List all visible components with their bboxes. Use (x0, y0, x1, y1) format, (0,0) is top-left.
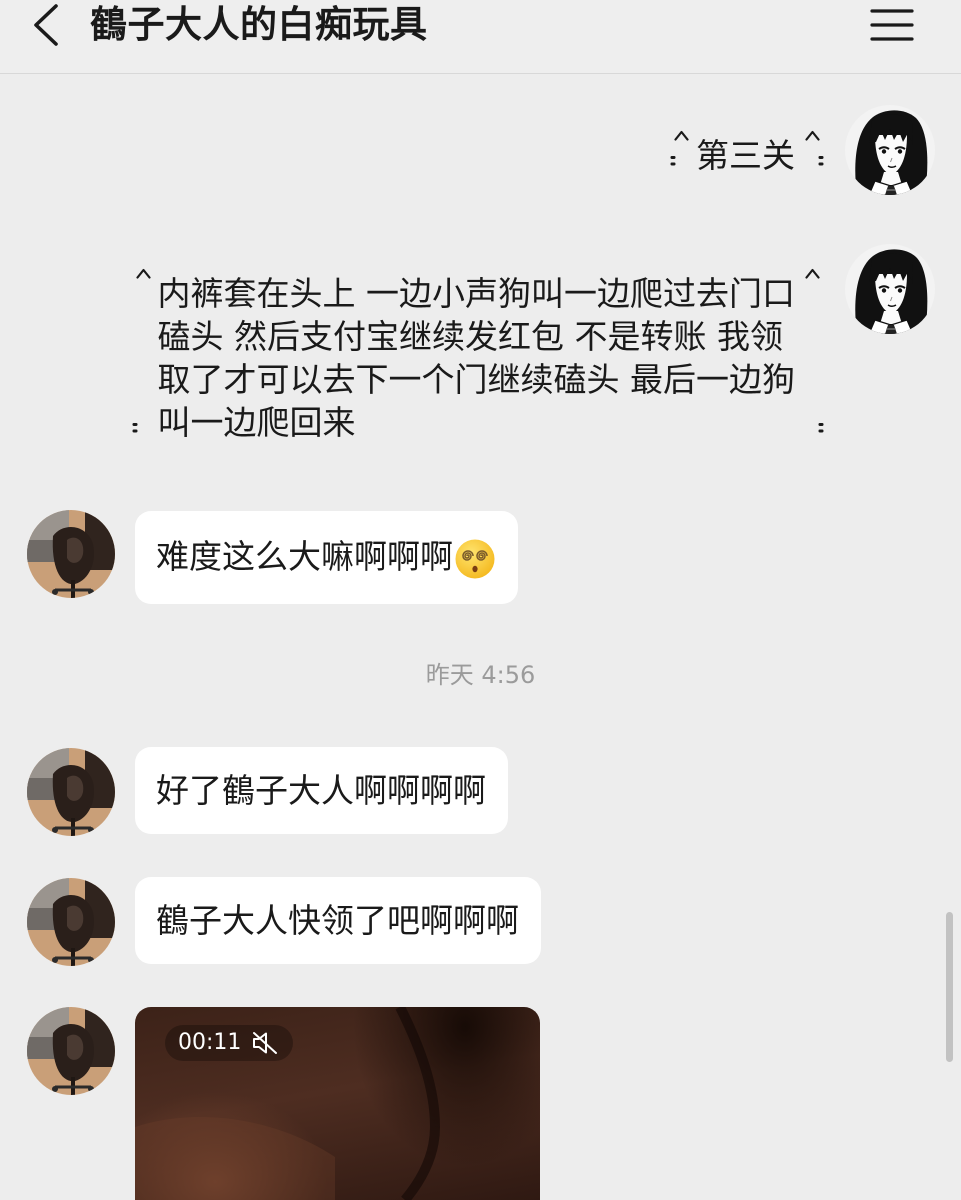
video-info-badge: 00:11 (165, 1025, 293, 1061)
message-text: 鶴子大人快领了吧啊啊啊 (156, 901, 519, 940)
photo-avatar[interactable] (27, 878, 115, 966)
hamburger-menu-icon[interactable] (868, 6, 916, 46)
message-text-line: 内裤套在头上 一边小声狗叫一边爬过去门口 (157, 274, 796, 313)
photo-avatar[interactable] (27, 1007, 115, 1095)
message-bubble[interactable]: 内裤套在头上 一边小声狗叫一边爬过去门口 磕头 然后支付宝继续发红包 不是转账 … (130, 266, 827, 444)
video-duration: 00:11 (178, 1030, 242, 1055)
chat-title: 鶴子大人的白痴玩具 (90, 3, 428, 46)
anime-girl-avatar[interactable] (845, 105, 935, 195)
photo-avatar[interactable] (27, 510, 115, 598)
message-text-line: 磕头 然后支付宝继续发红包 不是转账 我领 (157, 317, 783, 356)
message-text-line: 取了才可以去下一个门继续磕头 最后一边狗 (157, 360, 796, 399)
message-bubble[interactable]: 鶴子大人快领了吧啊啊啊 (135, 877, 541, 964)
message-bubble[interactable]: 好了鶴子大人啊啊啊啊 (135, 747, 508, 834)
video-message[interactable]: 00:11 (135, 1007, 540, 1200)
bubble-caret-decoration (674, 130, 689, 141)
bubble-caret-decoration (805, 268, 820, 279)
message-text: 第三关 (696, 136, 795, 175)
scrollbar[interactable] (946, 912, 953, 1062)
face-with-spiral-eyes-icon (454, 538, 496, 580)
bubble-dots-decoration (670, 155, 676, 167)
chat-header: 鶴子大人的白痴玩具 (0, 0, 961, 74)
bubble-caret-decoration (805, 130, 820, 141)
bubble-dots-decoration (818, 422, 824, 434)
bubble-caret-decoration (135, 268, 151, 279)
chat-area[interactable]: 第三关 内裤套在头上 一边小声狗叫一边爬过去门口 磕头 然后支付宝继续发红包 不… (0, 0, 961, 1200)
chevron-left-icon[interactable] (30, 2, 64, 48)
bubble-dots-decoration (818, 155, 824, 167)
message-bubble[interactable]: 第三关 (668, 128, 826, 177)
anime-girl-avatar[interactable] (845, 244, 935, 334)
message-timestamp: 昨天 4:56 (425, 661, 536, 689)
photo-avatar[interactable] (27, 748, 115, 836)
message-bubble[interactable]: 难度这么大嘛啊啊啊 (135, 511, 518, 604)
speaker-muted-icon[interactable] (251, 1030, 279, 1056)
message-text: 好了鶴子大人啊啊啊啊 (156, 771, 486, 810)
bubble-dots-decoration (132, 422, 138, 434)
message-text-line: 叫一边爬回来 (157, 403, 356, 442)
message-text: 难度这么大嘛啊啊啊 (156, 537, 453, 576)
